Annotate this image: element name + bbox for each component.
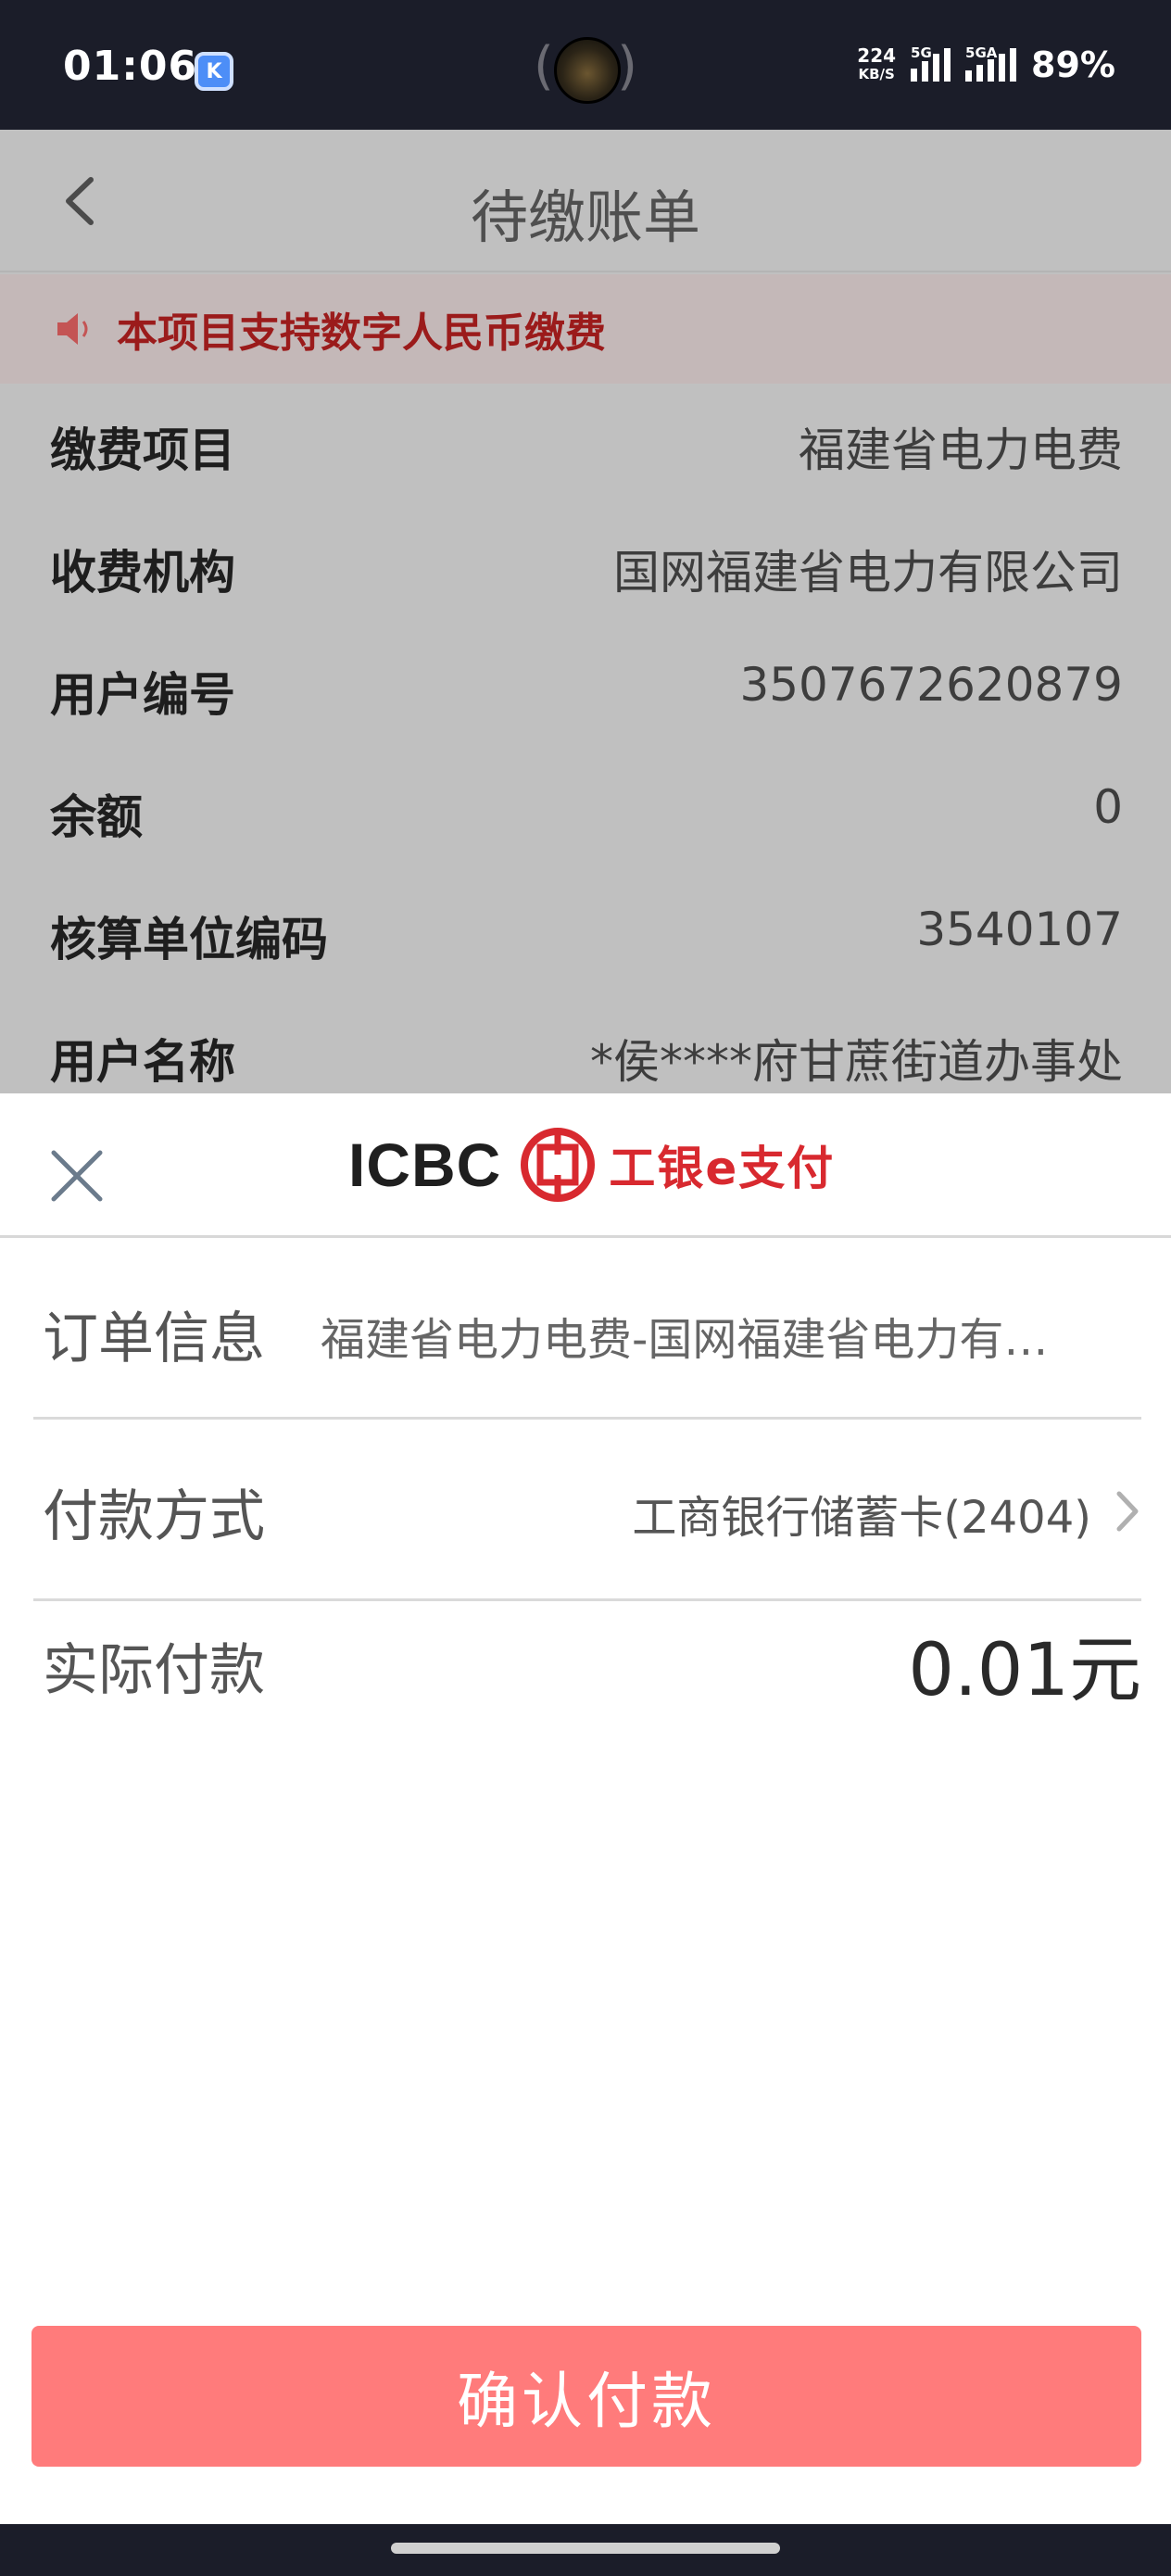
signal-5g-label: 5G [911,44,932,61]
payment-method-value[interactable]: 工商银行储蓄卡(2404) [632,1481,1091,1546]
network-speed-value: 224 [857,44,897,67]
home-gesture-bar[interactable] [391,2543,780,2554]
info-row-balance: 余额 0 [0,780,1171,903]
info-row-user-id: 用户编号 3507672620879 [0,658,1171,780]
nav-bar: 待缴账单 [0,130,1171,272]
info-label: 余额 [50,790,143,844]
confirm-payment-button[interactable]: 确认付款 [31,2326,1141,2467]
navigation-gesture-area [0,2524,1171,2576]
info-value: 福建省电力电费 [799,423,1123,477]
payment-sheet-header: ICBC 工银e支付 [0,1093,1171,1238]
notice-text: 本项目支持数字人民币缴费 [117,309,606,357]
speaker-icon [57,313,88,345]
info-row-org: 收费机构 国网福建省电力有限公司 [0,536,1171,658]
network-speed: 224 KB/S [857,46,896,83]
icbc-brand: ICBC 工银e支付 [348,1123,835,1206]
payment-method-label: 付款方式 [43,1484,265,1549]
info-value: 3540107 [916,903,1123,956]
album-art-icon [554,37,621,104]
dynamic-island-media[interactable]: ( ) [534,33,637,107]
info-label: 用户编号 [50,668,235,722]
island-bracket-right-icon: ) [617,36,637,96]
island-bracket-left-icon: ( [534,36,554,96]
status-indicators: 224 KB/S 5G 5GA 89% [857,44,1115,85]
payment-method-row[interactable]: 付款方式 工商银行储蓄卡(2404) [33,1420,1141,1601]
signal-5ga-icon: 5GA [965,44,1017,82]
status-bar: 01:06 K ( ) 224 KB/S 5G 5GA 89% [0,0,1171,130]
signal-5ga-label: 5GA [965,44,998,61]
info-value: 0 [1093,780,1123,834]
bill-info-list: 缴费项目 福建省电力电费 收费机构 国网福建省电力有限公司 用户编号 35076… [0,413,1171,1093]
signal-5g-icon: 5G [911,44,951,82]
brand-product: 工银e支付 [609,1142,836,1195]
network-speed-unit: KB/S [858,66,895,82]
notification-app-icon: K [195,52,233,91]
info-row-item: 缴费项目 福建省电力电费 [0,413,1171,536]
order-info-value: 福建省电力电费-国网福建省电力有限公司 [321,1314,1080,1366]
chevron-right-icon[interactable] [1114,1488,1141,1534]
actual-payment-row: 实际付款 0.01元 [33,1601,1141,1722]
pending-bill-page: 待缴账单 本项目支持数字人民币缴费 缴费项目 福建省电力电费 收费机构 国网福建… [0,130,1171,1093]
brand-name: ICBC [348,1130,502,1199]
actual-payment-label: 实际付款 [43,1638,265,1703]
info-row-unit-code: 核算单位编码 3540107 [0,903,1171,1025]
info-label: 缴费项目 [50,423,235,477]
order-info-label: 订单信息 [43,1307,265,1371]
info-label: 用户名称 [50,1035,235,1089]
actual-payment-amount: 0.01元 [908,1629,1141,1712]
order-info-row: 订单信息 福建省电力电费-国网福建省电力有限公司 [33,1238,1141,1420]
info-label: 收费机构 [50,546,235,600]
payment-sheet: ICBC 工银e支付 订单信息 福建省电力电费-国网福建省电力有限公司 付款方式… [0,1093,1171,2524]
info-value: 3507672620879 [739,658,1123,712]
status-time: 01:06 [63,43,198,90]
icbc-logo-icon [521,1128,596,1202]
info-value: 国网福建省电力有限公司 [613,546,1123,600]
info-label: 核算单位编码 [50,913,328,966]
notice-banner: 本项目支持数字人民币缴费 [0,274,1171,384]
page-title: 待缴账单 [470,183,700,251]
info-value: *侯****府甘蔗街道办事处 [590,1035,1123,1089]
close-icon[interactable] [46,1145,107,1206]
info-row-user-name: 用户名称 *侯****府甘蔗街道办事处 [0,1025,1171,1093]
battery-level: 89% [1031,44,1115,85]
